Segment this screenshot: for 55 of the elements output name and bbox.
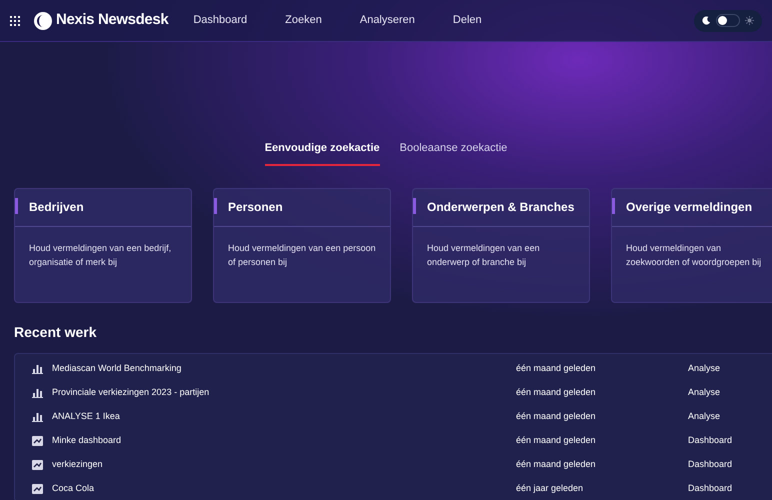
item-name: Minke dashboard <box>52 434 122 447</box>
item-name: verkiezingen <box>52 458 104 471</box>
section-title: Recent werk <box>14 322 98 342</box>
apps-grid-icon[interactable] <box>10 16 20 26</box>
bar-chart-icon <box>32 387 43 398</box>
item-type: Analyse <box>688 386 720 399</box>
item-time: één maand geleden <box>516 434 597 447</box>
card-description: Houd vermeldingen van een bedrijf, organisatie of merk bij <box>28 242 172 268</box>
dashboard-icon <box>32 436 43 446</box>
card-description: Houd vermeldingen van een onderwerp of branche bij <box>426 242 541 268</box>
item-time: één maand geleden <box>516 362 597 375</box>
category-card[interactable]: Personen Houd vermeldingen van een persoon of personen bij <box>213 188 391 302</box>
dashboard-icon <box>32 460 43 470</box>
search-tab[interactable]: Eenvoudige zoekactie <box>264 140 380 166</box>
card-title: Personen <box>228 199 283 216</box>
moon-icon <box>702 16 711 25</box>
nav-link[interactable]: Delen <box>434 12 501 29</box>
card-description: Houd vermeldingen van een persoon of personen bij <box>227 242 377 268</box>
recent-row[interactable]: ANALYSE 1 Ikea één maand geleden Analyse <box>15 404 772 428</box>
recent-row[interactable]: Provinciale verkiezingen 2023 - partijen één maand geleden Analyse <box>15 380 772 404</box>
item-name: Mediascan World Benchmarking <box>52 362 182 375</box>
category-card[interactable]: Overige vermeldingen Houd vermeldingen van zoekwoorden of woordgroepen bij <box>611 188 772 302</box>
nav-link[interactable]: Dashboard <box>174 12 266 29</box>
item-name: Coca Cola <box>52 482 96 495</box>
recent-row[interactable]: Mediascan World Benchmarking één maand geleden Analyse <box>15 356 772 380</box>
logo-icon <box>34 12 52 30</box>
recent-row[interactable]: Coca Cola één jaar geleden Dashboard <box>15 476 772 500</box>
item-time: één maand geleden <box>516 410 597 423</box>
category-card[interactable]: Onderwerpen & Branches Houd vermeldingen van een onderwerp of branche bij <box>412 188 590 302</box>
card-title: Overige vermeldingen <box>626 199 752 216</box>
item-time: één maand geleden <box>516 386 597 399</box>
brand-name: Nexis Newsdesk <box>56 10 168 30</box>
item-type: Dashboard <box>688 482 732 495</box>
nav-link[interactable]: Zoeken <box>266 12 341 29</box>
search-tab[interactable]: Booleaanse zoekactie <box>400 140 508 166</box>
item-type: Analyse <box>688 410 720 423</box>
item-name: Provinciale verkiezingen 2023 - partijen <box>52 386 210 399</box>
item-time: één maand geleden <box>516 458 597 471</box>
sun-icon <box>745 16 754 25</box>
dashboard-icon <box>32 484 43 494</box>
card-title: Onderwerpen & Branches <box>427 199 574 216</box>
item-type: Dashboard <box>688 458 732 471</box>
card-title: Bedrijven <box>29 199 84 216</box>
recent-row[interactable]: Minke dashboard één maand geleden Dashboard <box>15 428 772 452</box>
bar-chart-icon <box>32 363 43 374</box>
item-type: Analyse <box>688 362 720 375</box>
theme-toggle[interactable] <box>694 10 762 32</box>
item-type: Dashboard <box>688 434 732 447</box>
category-card[interactable]: Bedrijven Houd vermeldingen van een bedrijf, organisatie of merk bij <box>14 188 192 302</box>
recent-row[interactable]: verkiezingen één maand geleden Dashboard <box>15 452 772 476</box>
item-time: één jaar geleden <box>516 482 584 495</box>
card-description: Houd vermeldingen van zoekwoorden of woordgroepen bij <box>625 242 762 268</box>
item-name: ANALYSE 1 Ikea <box>52 410 121 423</box>
nav-link[interactable]: Analyseren <box>340 12 434 29</box>
bar-chart-icon <box>32 411 43 422</box>
